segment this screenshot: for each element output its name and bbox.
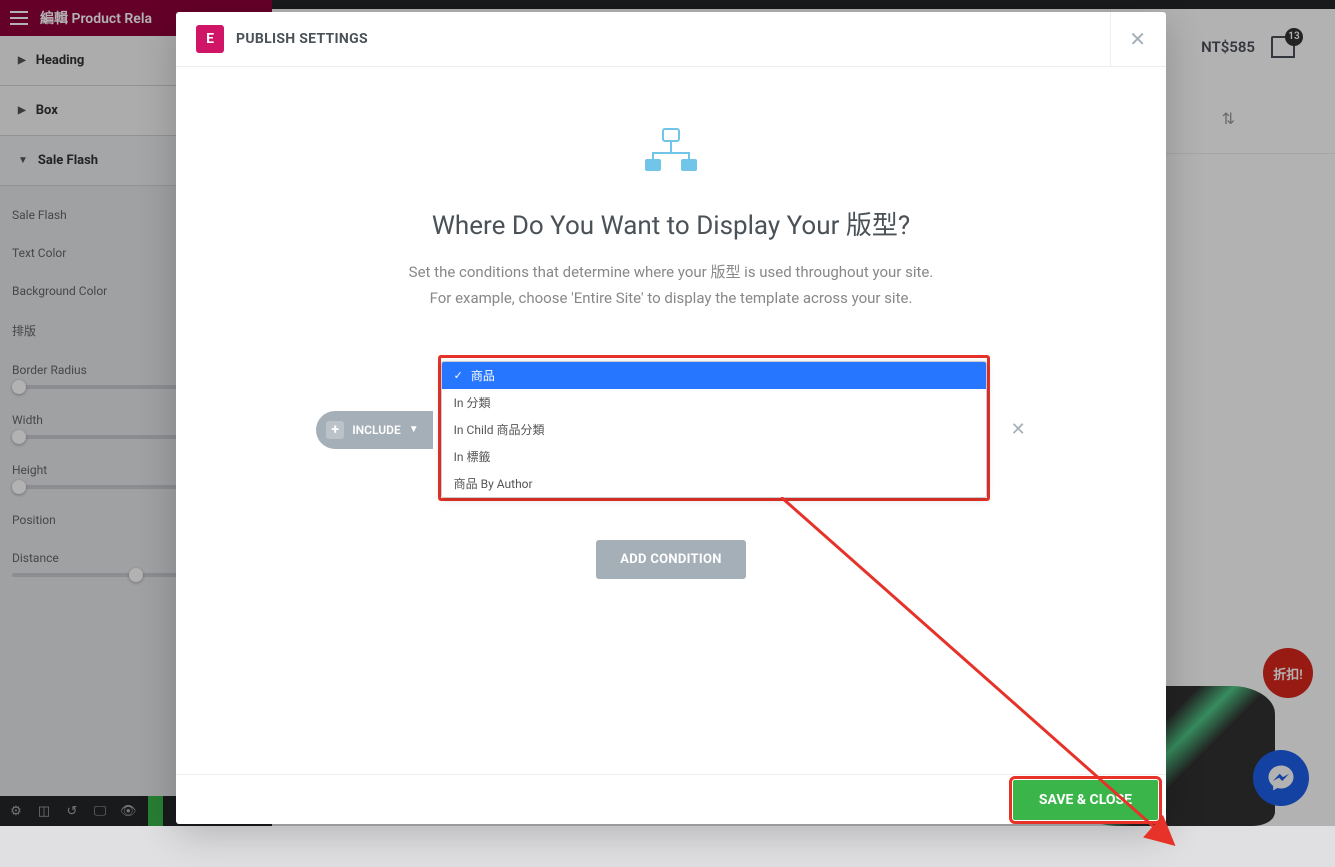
delete-condition-button[interactable]: ✕	[1011, 419, 1026, 440]
modal-title: PUBLISH SETTINGS	[236, 31, 368, 47]
desc-line: Set the conditions that determine where …	[216, 260, 1126, 286]
dropdown-option[interactable]: In Child 商品分類	[442, 416, 986, 443]
option-label: 商品	[471, 367, 495, 384]
elementor-logo-icon: E	[196, 25, 224, 53]
dropdown-option[interactable]: In 分類	[442, 389, 986, 416]
condition-dropdown[interactable]: ✓ 商品 In 分類 In Child 商品分類 In 標籤 商品 By Aut…	[441, 361, 987, 498]
condition-row: + INCLUDE ▼ ✓ 商品 In 分類 In Child 商品分類 In …	[216, 361, 1126, 498]
dropdown-option[interactable]: 商品 By Author	[442, 470, 986, 497]
include-pill[interactable]: + INCLUDE ▼	[316, 411, 432, 449]
publish-settings-modal: E PUBLISH SETTINGS ✕ Where Do You Want t…	[176, 12, 1166, 824]
modal-body: Where Do You Want to Display Your 版型? Se…	[176, 67, 1166, 774]
modal-heading: Where Do You Want to Display Your 版型?	[216, 205, 1126, 242]
sitemap-icon	[641, 127, 701, 175]
plus-icon: +	[326, 421, 344, 439]
save-close-button[interactable]: SAVE & CLOSE	[1013, 780, 1158, 820]
dropdown-listbox: ✓ 商品 In 分類 In Child 商品分類 In 標籤 商品 By Aut…	[441, 361, 987, 498]
add-condition-button[interactable]: ADD CONDITION	[596, 540, 745, 579]
desc-line: For example, choose 'Entire Site' to dis…	[216, 286, 1126, 312]
dropdown-option-selected[interactable]: ✓ 商品	[442, 362, 986, 389]
modal-description: Set the conditions that determine where …	[216, 260, 1126, 311]
close-button[interactable]: ✕	[1110, 12, 1146, 66]
dropdown-option[interactable]: In 標籤	[442, 443, 986, 470]
check-icon: ✓	[454, 369, 463, 382]
modal-header: E PUBLISH SETTINGS ✕	[176, 12, 1166, 67]
include-label: INCLUDE	[352, 423, 401, 437]
chevron-down-icon: ▼	[409, 424, 419, 435]
modal-footer: SAVE & CLOSE	[176, 774, 1166, 824]
